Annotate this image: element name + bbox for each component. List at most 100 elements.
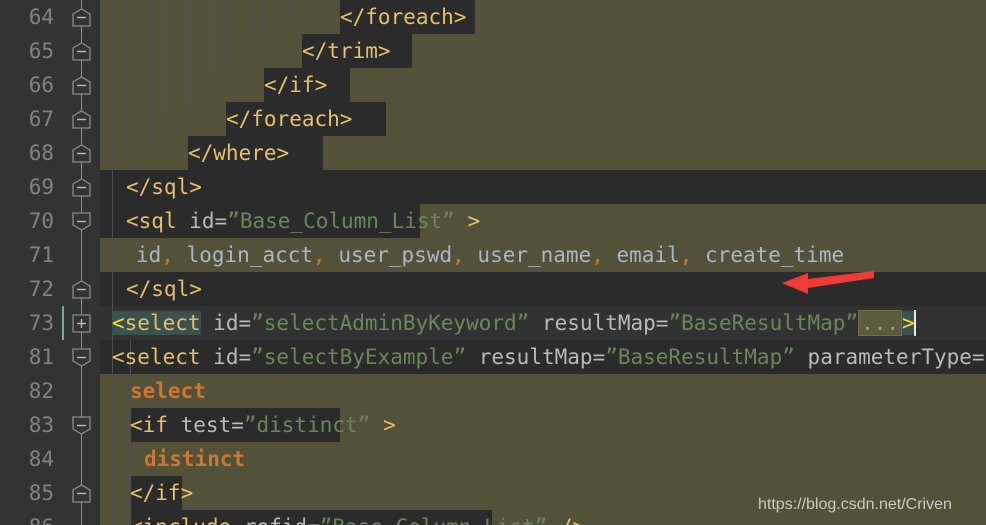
indent-guide [250, 0, 251, 34]
code-token: > [382, 413, 396, 437]
code-line[interactable]: <include refid=”Base_Column_List” /> [130, 510, 585, 525]
bracket-match-highlight: <select [112, 311, 201, 335]
code-line[interactable]: <if test=”distinct” > [130, 408, 396, 442]
fold-collapse-icon[interactable] [72, 76, 91, 95]
line-number: 67 [28, 107, 54, 131]
code-editor[interactable]: </foreach> </trim> </if> </foreach> </where>… [0, 0, 986, 525]
code-token: ” [453, 345, 467, 369]
code-line[interactable]: </if> [264, 68, 327, 102]
code-line[interactable]: </sql> [126, 170, 202, 204]
code-token: create_time [705, 243, 845, 267]
code-content-area[interactable]: </foreach> </trim> </if> </foreach> </where>… [100, 0, 986, 525]
code-token: id [213, 345, 239, 369]
code-token: = [214, 209, 228, 233]
code-token: </sql> [126, 175, 202, 199]
fold-collapse-icon[interactable] [72, 144, 91, 163]
code-line[interactable]: id, login_acct, user_pswd, user_name, em… [136, 238, 844, 272]
code-token: email [616, 243, 680, 267]
code-token: ” [227, 209, 240, 233]
code-token: = [238, 311, 252, 335]
code-token: Base_Column_List [332, 515, 534, 525]
code-line[interactable]: select [130, 374, 206, 408]
code-token: user_pswd [338, 243, 453, 267]
fold-collapse-icon[interactable] [72, 348, 91, 367]
indent-guide [288, 0, 289, 12]
code-token: login_acct [186, 243, 314, 267]
indent-guide [126, 0, 127, 150]
code-token: < [112, 311, 125, 335]
code-token: , [313, 243, 339, 267]
code-token: ” [535, 515, 548, 525]
fold-collapse-icon[interactable] [72, 212, 91, 231]
code-line[interactable]: </trim> [302, 34, 391, 68]
code-line[interactable]: </foreach> [340, 0, 466, 34]
fold-collapse-icon[interactable] [72, 110, 91, 129]
code-line[interactable]: </sql> [126, 272, 202, 306]
code-token: = [655, 311, 669, 335]
code-token: sql [138, 209, 177, 233]
code-token: = [592, 345, 606, 369]
code-line[interactable]: </foreach> [226, 102, 352, 136]
gutter-line[interactable]: 84 [0, 442, 100, 476]
line-number: 71 [28, 243, 54, 267]
code-token: Base_Column_List [239, 209, 443, 233]
code-token: , [679, 243, 706, 267]
code-token: ” [605, 345, 618, 369]
code-token: < [130, 515, 143, 525]
code-token: select [124, 311, 201, 335]
editor-gutter[interactable]: 646566676869707172738182838485868788 [0, 0, 100, 525]
code-line[interactable]: <sql id=”Base_Column_List” > [126, 204, 480, 238]
line-number: 69 [28, 175, 54, 199]
line-number: 65 [28, 39, 54, 63]
line-number: 83 [28, 413, 54, 437]
code-token: ” [320, 515, 333, 525]
fold-collapse-icon[interactable] [72, 178, 91, 197]
line-number: 64 [28, 5, 54, 29]
code-token: ” [251, 311, 264, 335]
line-number: 85 [28, 481, 54, 505]
code-line[interactable]: </where> [188, 136, 289, 170]
gutter-line[interactable]: 82 [0, 374, 100, 408]
code-token: ” [782, 345, 795, 369]
fold-collapse-icon[interactable] [72, 484, 91, 503]
code-token: refid [244, 515, 307, 525]
indent-guide [164, 0, 165, 115]
fold-collapse-icon[interactable] [72, 8, 91, 27]
fold-region-stem [81, 374, 82, 408]
code-token: resultMap [541, 311, 656, 335]
code-token: selectAdminByKeyword [263, 311, 517, 335]
code-token: </sql> [126, 277, 202, 301]
code-token: < [126, 209, 139, 233]
code-token: = [238, 345, 252, 369]
line-number: 82 [28, 379, 54, 403]
fold-expand-icon[interactable] [72, 314, 91, 333]
code-token: </foreach> [340, 5, 467, 29]
code-token: include [143, 515, 232, 525]
code-line[interactable]: <select id=”selectByExample” resultMap=”… [112, 340, 986, 374]
code-line-background [100, 272, 986, 306]
code-token: distinct [144, 447, 246, 471]
gutter-line[interactable]: 86 [0, 510, 100, 525]
code-line[interactable]: <select id=”selectAdminByKeyword” result… [112, 306, 916, 340]
code-token: select [124, 345, 201, 369]
fold-collapse-icon[interactable] [72, 42, 91, 61]
code-token: </foreach> [226, 107, 353, 131]
line-number: 68 [28, 141, 54, 165]
gutter-line[interactable]: 71 [0, 238, 100, 272]
code-line[interactable]: distinct [144, 442, 245, 476]
code-line-background [100, 170, 986, 204]
fold-placeholder[interactable]: ... [858, 310, 903, 336]
indent-guide [150, 0, 151, 150]
code-token: </trim> [302, 39, 391, 63]
code-line[interactable]: </if> [130, 476, 193, 510]
code-token: user_name [477, 243, 592, 267]
fold-collapse-icon[interactable] [72, 280, 91, 299]
fold-collapse-icon[interactable] [72, 416, 91, 435]
